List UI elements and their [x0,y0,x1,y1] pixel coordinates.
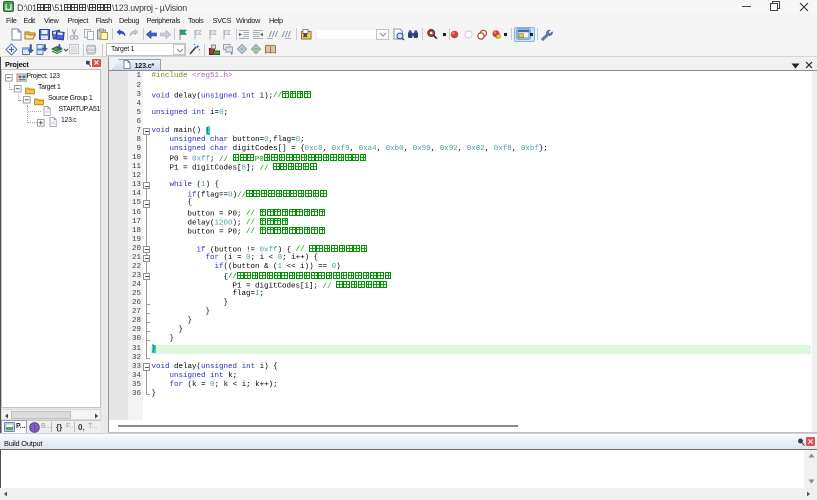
svg-text:LOAD: LOAD [86,47,97,52]
